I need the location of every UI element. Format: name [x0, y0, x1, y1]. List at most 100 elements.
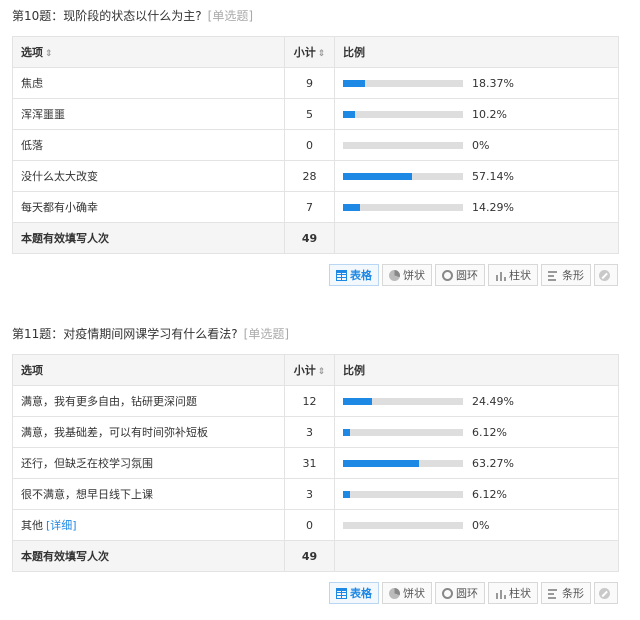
table-row: 每天都有小确幸 7 14.29%: [12, 191, 619, 223]
ratio-percent: 14.29%: [472, 200, 514, 214]
option-count: 0: [284, 129, 335, 161]
ratio-cell: 0%: [334, 509, 619, 541]
ratio-percent: 24.49%: [472, 394, 514, 408]
ratio-cell: 57.14%: [334, 160, 619, 192]
table-row: 还行，但缺乏在校学习氛围 31 63.27%: [12, 447, 619, 479]
question-block-11: 第11题：对疫情期间网课学习有什么看法? [单选题] 选项 小计 ⇕ 比例 满意，我…: [12, 324, 619, 604]
option-label: 焦虑: [12, 67, 285, 99]
option-count: 7: [284, 191, 335, 223]
ring-chart-button[interactable]: 圆环: [435, 264, 485, 286]
table-row: 满意，我基础差，可以有时间弥补短板 3 6.12%: [12, 416, 619, 448]
ratio-cell: 6.12%: [334, 416, 619, 448]
ratio-cell: 6.12%: [334, 478, 619, 510]
option-label: 低落: [12, 129, 285, 161]
ratio-cell: 24.49%: [334, 385, 619, 417]
total-label: 本题有效填写人次: [12, 540, 285, 572]
col-header-ratio: 比例: [334, 354, 619, 386]
ratio-percent: 18.37%: [472, 76, 514, 90]
col-header-option[interactable]: 选项 ⇕: [12, 36, 285, 68]
bar-chart-button[interactable]: 条形: [541, 582, 591, 604]
question-title: 第11题：对疫情期间网课学习有什么看法?: [12, 327, 238, 341]
detail-link[interactable]: [详细]: [46, 519, 77, 532]
ratio-cell: 63.27%: [334, 447, 619, 479]
disable-icon: [599, 587, 610, 599]
ratio-bar-track: [343, 397, 463, 405]
ratio-bar-track: [343, 172, 463, 180]
donut-chart-icon: [442, 587, 453, 599]
ratio-cell: 0%: [334, 129, 619, 161]
ratio-bar-track: [343, 490, 463, 498]
hide-chart-button[interactable]: [594, 582, 618, 604]
ratio-bar-fill: [343, 79, 366, 87]
ratio-bar-fill: [343, 172, 412, 180]
ratio-bar-track: [343, 428, 463, 436]
donut-chart-icon: [442, 269, 453, 281]
option-label: 浑浑噩噩: [12, 98, 285, 130]
option-label: 满意，我基础差，可以有时间弥补短板: [12, 416, 285, 448]
option-label: 没什么太大改变: [12, 160, 285, 192]
ratio-percent: 57.14%: [472, 169, 514, 183]
ratio-bar-fill: [343, 203, 361, 211]
option-count: 3: [284, 416, 335, 448]
ratio-bar-fill: [343, 110, 356, 118]
table-icon: [336, 587, 347, 599]
table-view-button[interactable]: 表格: [329, 582, 379, 604]
ratio-percent: 0%: [472, 138, 490, 152]
pie-chart-icon: [389, 269, 400, 281]
col-header-count[interactable]: 小计 ⇕: [284, 354, 335, 386]
total-empty-cell: [334, 222, 619, 254]
ratio-bar-track: [343, 110, 463, 118]
sort-icon[interactable]: ⇕: [45, 49, 53, 59]
ring-chart-button[interactable]: 圆环: [435, 582, 485, 604]
ratio-percent: 6.12%: [472, 487, 507, 501]
ratio-bar-fill: [343, 428, 351, 436]
question-title-row: 第10题：现阶段的状态以什么为主? [单选题]: [12, 6, 618, 26]
table-view-button[interactable]: 表格: [329, 264, 379, 286]
table-row: 浑浑噩噩 5 10.2%: [12, 98, 619, 130]
col-header-ratio: 比例: [334, 36, 619, 68]
option-count: 31: [284, 447, 335, 479]
table-header-row: 选项 小计 ⇕ 比例: [12, 354, 619, 386]
ratio-bar-track: [343, 141, 463, 149]
ratio-bar-track: [343, 203, 463, 211]
chart-type-toolbar: 表格 饼状 圆环 柱状 条形: [12, 264, 618, 286]
option-label-cell: 其他 [详细]: [12, 509, 285, 541]
chart-type-toolbar: 表格 饼状 圆环 柱状 条形: [12, 582, 618, 604]
bar-chart-button[interactable]: 条形: [541, 264, 591, 286]
question-title-row: 第11题：对疫情期间网课学习有什么看法? [单选题]: [12, 324, 618, 344]
total-row: 本题有效填写人次 49: [12, 222, 619, 254]
hide-chart-button[interactable]: [594, 264, 618, 286]
option-label: 还行，但缺乏在校学习氛围: [12, 447, 285, 479]
col-header-option: 选项: [12, 354, 285, 386]
table-row: 很不满意，想早日线下上课 3 6.12%: [12, 478, 619, 510]
ratio-bar-track: [343, 521, 463, 529]
bar-chart-icon: [548, 587, 559, 599]
table-icon: [336, 269, 347, 281]
bar-chart-icon: [548, 269, 559, 281]
total-empty-cell: [334, 540, 619, 572]
ratio-bar-fill: [343, 490, 351, 498]
column-chart-button[interactable]: 柱状: [488, 264, 538, 286]
column-chart-button[interactable]: 柱状: [488, 582, 538, 604]
table-row: 焦虑 9 18.37%: [12, 67, 619, 99]
ratio-percent: 0%: [472, 518, 490, 532]
sort-icon[interactable]: ⇕: [318, 49, 326, 59]
col-header-count[interactable]: 小计 ⇕: [284, 36, 335, 68]
total-count: 49: [284, 222, 335, 254]
sort-icon[interactable]: ⇕: [318, 367, 326, 377]
option-label: 每天都有小确幸: [12, 191, 285, 223]
option-count: 3: [284, 478, 335, 510]
column-chart-icon: [495, 587, 506, 599]
column-chart-icon: [495, 269, 506, 281]
ratio-percent: 6.12%: [472, 425, 507, 439]
table-row: 其他 [详细] 0 0%: [12, 509, 619, 541]
total-row: 本题有效填写人次 49: [12, 540, 619, 572]
pie-chart-button[interactable]: 饼状: [382, 582, 432, 604]
ratio-percent: 10.2%: [472, 107, 507, 121]
option-count: 12: [284, 385, 335, 417]
pie-chart-icon: [389, 587, 400, 599]
option-count: 0: [284, 509, 335, 541]
ratio-bar-track: [343, 79, 463, 87]
ratio-cell: 10.2%: [334, 98, 619, 130]
pie-chart-button[interactable]: 饼状: [382, 264, 432, 286]
